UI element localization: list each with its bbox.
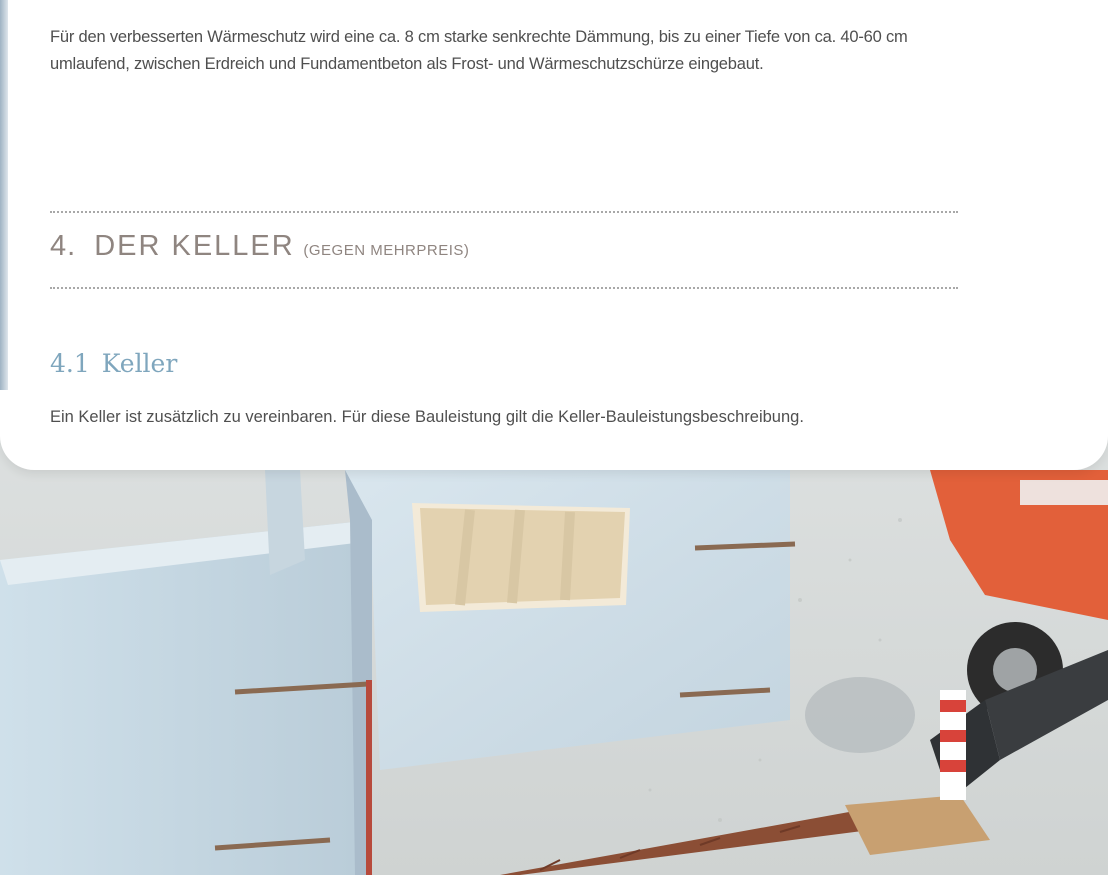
section-note: (GEGEN MEHRPREIS) (303, 242, 470, 259)
divider-bottom (50, 287, 958, 289)
subsection-title: Keller (101, 349, 178, 378)
intro-paragraph: Für den verbesserten Wärmeschutz wird ei… (50, 28, 908, 73)
left-frame-decoration (0, 0, 8, 390)
section-title: DER KELLER (94, 230, 295, 262)
section-heading: 4. DER KELLER (GEGEN MEHRPREIS) (50, 230, 469, 263)
divider-top (50, 211, 958, 213)
subsection-body: Ein Keller ist zusätzlich zu vereinbaren… (50, 408, 804, 426)
section-number: 4. (50, 230, 77, 262)
subsection-number: 4.1 (50, 349, 90, 378)
content-card: Für den verbesserten Wärmeschutz wird ei… (0, 0, 1108, 470)
subsection-heading: 4.1 Keller (50, 349, 177, 378)
